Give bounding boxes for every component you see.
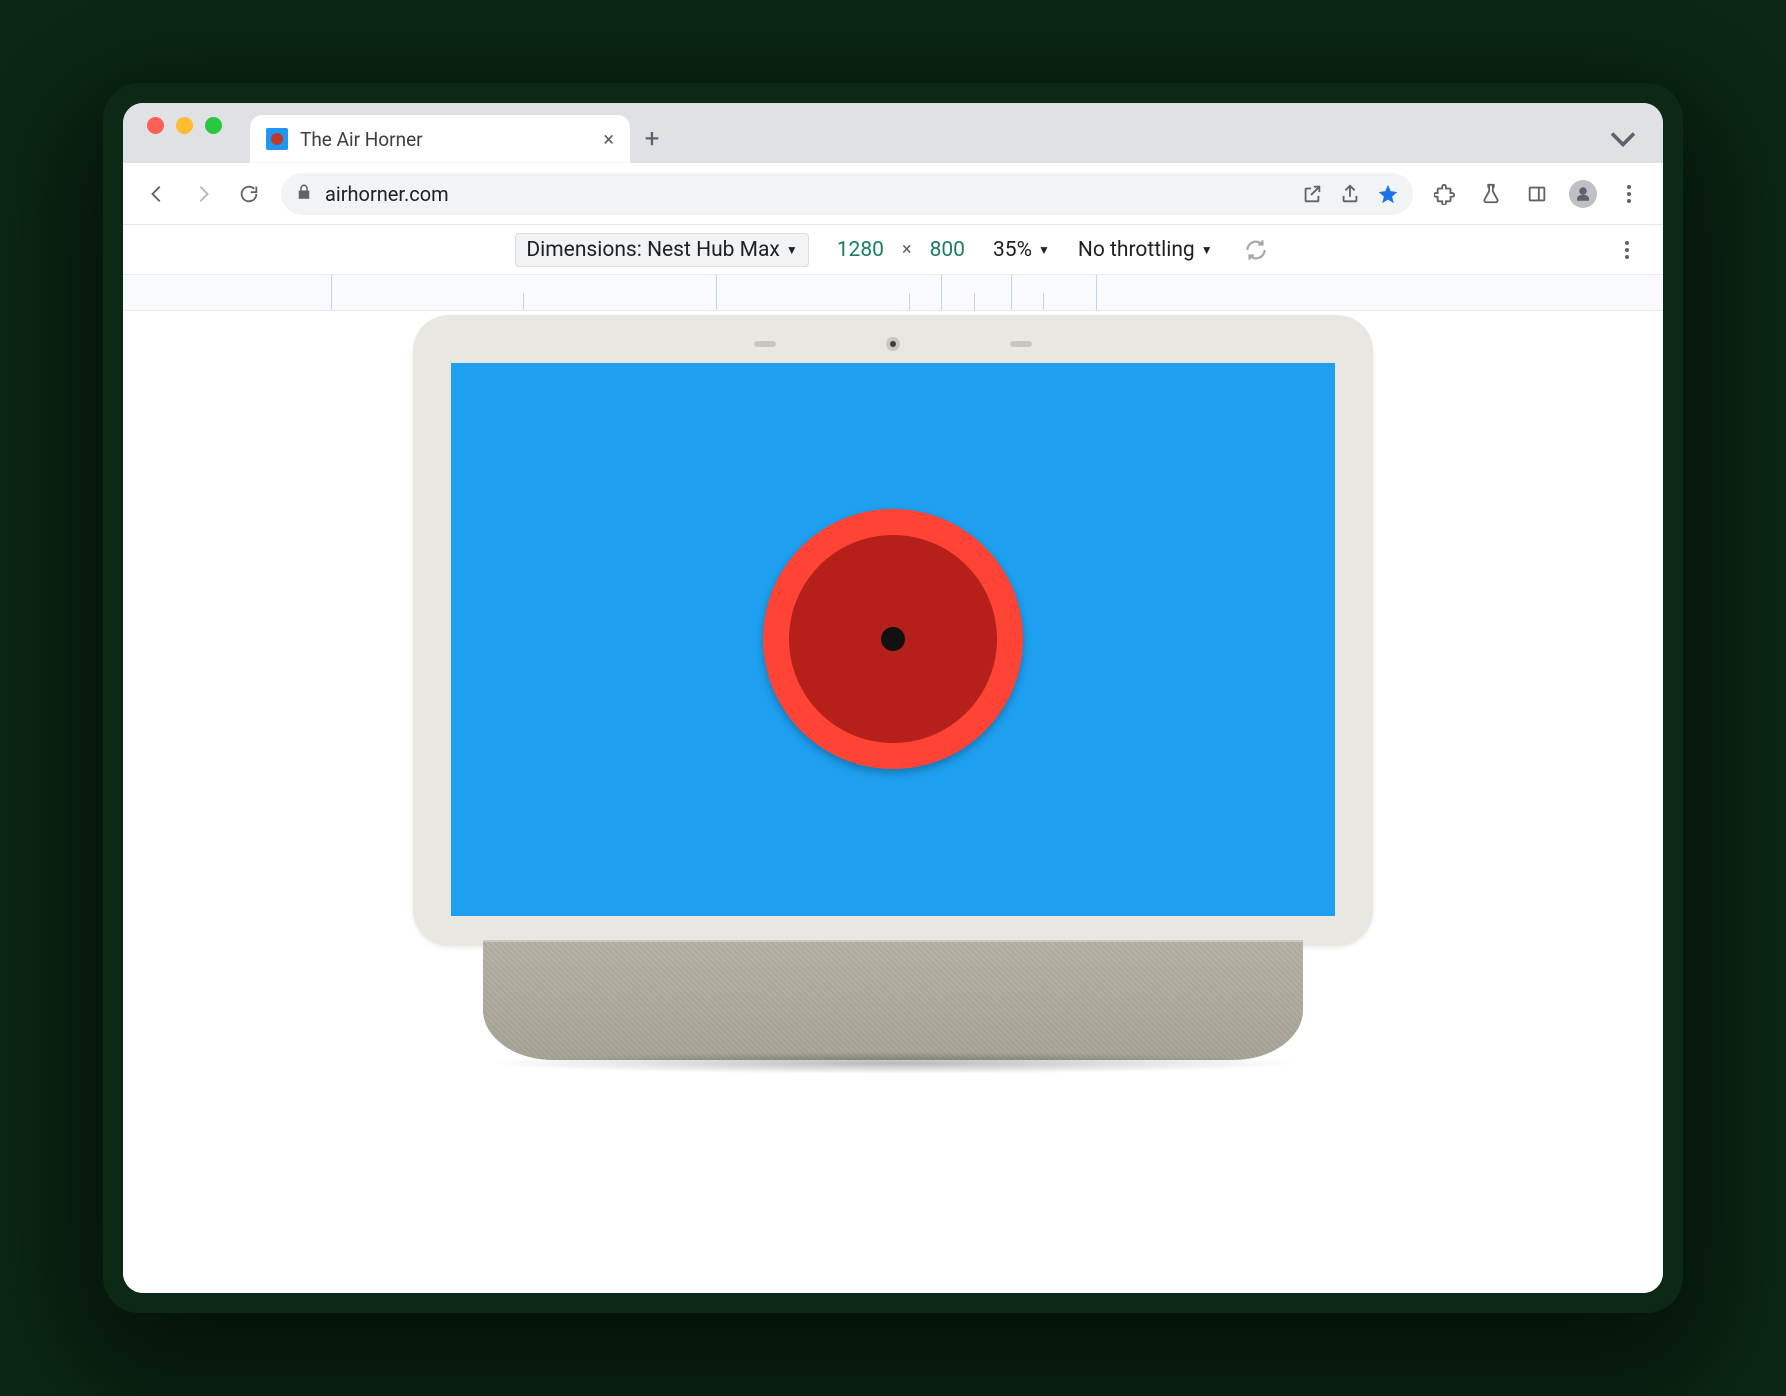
- device-toolbar-menu[interactable]: [1611, 234, 1643, 266]
- reload-button[interactable]: [229, 174, 269, 214]
- chevron-down-icon: ▼: [1201, 243, 1213, 257]
- zoom-value: 35%: [993, 238, 1032, 262]
- share-icon[interactable]: [1339, 183, 1361, 205]
- tab-search-button[interactable]: [1601, 115, 1645, 163]
- window-close-button[interactable]: [147, 117, 164, 134]
- emulated-screen[interactable]: [451, 363, 1335, 916]
- lock-icon: [295, 183, 313, 205]
- sensor-pill-icon: [754, 341, 776, 347]
- browser-toolbar: airhorner.com: [123, 163, 1663, 225]
- device-frame: [413, 315, 1373, 1074]
- throttling-value: No throttling: [1078, 238, 1195, 262]
- device-dropdown[interactable]: Dimensions: Nest Hub Max ▼: [515, 233, 808, 267]
- window-maximize-button[interactable]: [205, 117, 222, 134]
- tab-title: The Air Horner: [300, 128, 603, 151]
- chrome-menu-button[interactable]: [1609, 174, 1649, 214]
- viewport-height[interactable]: 800: [930, 238, 965, 262]
- close-tab-button[interactable]: ×: [603, 127, 614, 151]
- tab-strip: The Air Horner × +: [123, 103, 1663, 163]
- window-minimize-button[interactable]: [176, 117, 193, 134]
- favicon-icon: [266, 128, 288, 150]
- browser-tab[interactable]: The Air Horner ×: [250, 115, 630, 163]
- back-button[interactable]: [137, 174, 177, 214]
- open-external-icon[interactable]: [1301, 183, 1323, 205]
- device-base: [483, 940, 1303, 1060]
- emulated-viewport: [123, 311, 1663, 1293]
- sensor-pill-icon: [1010, 341, 1032, 347]
- device-toolbar: Dimensions: Nest Hub Max ▼ 1280 × 800 35…: [123, 225, 1663, 275]
- labs-button[interactable]: [1471, 174, 1511, 214]
- rotate-button[interactable]: [1241, 235, 1271, 265]
- extensions-button[interactable]: [1425, 174, 1465, 214]
- device-sensors: [451, 337, 1335, 351]
- device-dropdown-label: Dimensions: Nest Hub Max: [526, 238, 779, 262]
- side-panel-button[interactable]: [1517, 174, 1557, 214]
- device-ruler: [123, 275, 1663, 311]
- viewport-width[interactable]: 1280: [837, 238, 884, 262]
- forward-button[interactable]: [183, 174, 223, 214]
- viewport-dimensions: 1280 × 800: [837, 238, 965, 262]
- camera-icon: [886, 337, 900, 351]
- bookmark-star-icon[interactable]: [1377, 183, 1399, 205]
- browser-window: The Air Horner × +: [123, 103, 1663, 1293]
- window-controls: [147, 103, 222, 163]
- chevron-down-icon: ▼: [1038, 243, 1050, 257]
- zoom-dropdown[interactable]: 35% ▼: [993, 238, 1050, 262]
- dimension-separator: ×: [902, 239, 912, 260]
- air-horn-button[interactable]: [763, 509, 1023, 769]
- url-text: airhorner.com: [325, 182, 1289, 206]
- chevron-down-icon: ▼: [786, 243, 798, 257]
- profile-button[interactable]: [1563, 174, 1603, 214]
- address-bar[interactable]: airhorner.com: [281, 173, 1413, 215]
- new-tab-button[interactable]: +: [630, 115, 674, 163]
- throttling-dropdown[interactable]: No throttling ▼: [1078, 238, 1213, 262]
